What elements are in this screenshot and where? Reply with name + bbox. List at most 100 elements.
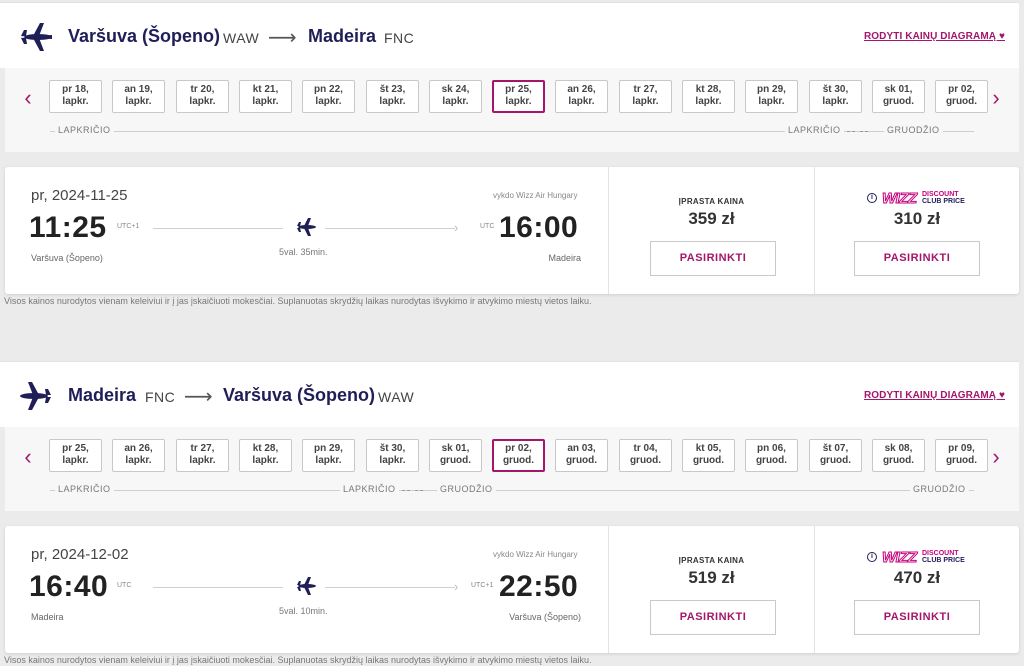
date-option[interactable]: št 07, gruod.: [809, 439, 862, 472]
date-day-label: pn 29,: [314, 443, 343, 454]
regular-price: 519 zł: [688, 568, 735, 587]
date-option[interactable]: tr 20, lapkr.: [176, 80, 229, 113]
outbound-flight-card: pr, 2024-11-25 vykdo Wizz Air Hungary 11…: [5, 167, 1019, 294]
date-option[interactable]: an 19, lapkr.: [112, 80, 165, 113]
club-price-column: i WIZZ DISCOUNT CLUB PRICE 310 zł PASIRIN…: [814, 167, 1019, 294]
date-month-label: gruod.: [882, 455, 915, 466]
date-month-label: lapkr.: [758, 96, 785, 107]
route-arrow: ⟶: [268, 27, 297, 49]
date-month-label: gruod.: [819, 455, 852, 466]
date-month-label: lapkr.: [252, 96, 279, 107]
date-option[interactable]: sk 01, gruod.: [872, 80, 925, 113]
destination-code: WAW: [378, 389, 415, 405]
date-option[interactable]: tr 27, lapkr.: [176, 439, 229, 472]
prev-dates-button[interactable]: ‹: [18, 446, 38, 468]
arrival-time: 16:00: [499, 211, 579, 244]
date-option[interactable]: št 30, lapkr.: [809, 80, 862, 113]
date-day-label: pr 02,: [948, 84, 975, 95]
date-option[interactable]: kt 05, gruod.: [682, 439, 735, 472]
arrival-timezone: UTC+1: [471, 582, 494, 589]
select-club-button[interactable]: PASIRINKTI: [854, 600, 980, 635]
date-month-label: lapkr.: [125, 96, 152, 107]
date-option[interactable]: an 26, lapkr.: [112, 439, 165, 472]
date-day-label: pr 18,: [62, 84, 89, 95]
date-option[interactable]: sk 01, gruod.: [429, 439, 482, 472]
date-option[interactable]: an 26, lapkr.: [555, 80, 608, 113]
date-option[interactable]: št 23, lapkr.: [366, 80, 419, 113]
month-timeline: LAPKRIČIO LAPKRIČIO GRUODŽIO GRUODŽIO: [50, 484, 974, 496]
date-day-label: an 19,: [124, 84, 153, 95]
date-option[interactable]: tr 04, gruod.: [619, 439, 672, 472]
date-option[interactable]: kt 28, lapkr.: [682, 80, 735, 113]
departure-timezone: UTC+1: [117, 223, 140, 230]
date-option[interactable]: pr 02, gruod.: [492, 439, 545, 472]
arrival-city: Varšuva (Šopeno): [509, 612, 581, 622]
date-day-label: sk 01,: [884, 84, 913, 95]
date-month-label: gruod.: [439, 455, 472, 466]
date-option[interactable]: pn 22, lapkr.: [302, 80, 355, 113]
info-icon[interactable]: i: [867, 193, 877, 203]
date-day-label: pn 22,: [314, 84, 343, 95]
flight-path-line: [325, 228, 455, 229]
date-day-label: sk 08,: [884, 443, 913, 454]
flight-path-line: [153, 587, 283, 588]
date-day-label: kt 05,: [695, 443, 722, 454]
date-month-label: lapkr.: [125, 455, 152, 466]
inbound-flight-card: pr, 2024-12-02 vykdo Wizz Air Hungary 16…: [5, 526, 1019, 653]
select-regular-button[interactable]: PASIRINKTI: [650, 241, 776, 276]
date-month-label: lapkr.: [632, 96, 659, 107]
date-option[interactable]: št 30, lapkr.: [366, 439, 419, 472]
select-regular-button[interactable]: PASIRINKTI: [650, 600, 776, 635]
operator-label: vykdo Wizz Air Hungary: [493, 191, 578, 200]
date-month-label: lapkr.: [62, 96, 89, 107]
month-label: LAPKRIČIO: [785, 125, 844, 135]
date-option[interactable]: pr 09, gruod.: [935, 439, 988, 472]
date-option[interactable]: kt 21, lapkr.: [239, 80, 292, 113]
date-month-label: gruod.: [945, 455, 978, 466]
origin-code: WAW: [223, 30, 260, 46]
month-label: LAPKRIČIO: [340, 484, 399, 494]
price-chart-link[interactable]: RODYTI KAINŲ DIAGRAMĄ ♥: [864, 390, 1005, 401]
operator-label: vykdo Wizz Air Hungary: [493, 550, 578, 559]
plane-icon: [297, 218, 316, 236]
next-dates-button[interactable]: ›: [986, 87, 1006, 109]
date-option[interactable]: pn 29, lapkr.: [302, 439, 355, 472]
date-option[interactable]: pr 18, lapkr.: [49, 80, 102, 113]
next-dates-button[interactable]: ›: [986, 446, 1006, 468]
date-option[interactable]: kt 28, lapkr.: [239, 439, 292, 472]
select-club-button[interactable]: PASIRINKTI: [854, 241, 980, 276]
price-disclaimer: Visos kainos nurodytos vienam keleiviui …: [4, 296, 592, 306]
date-month-label: lapkr.: [822, 96, 849, 107]
regular-price: 359 zł: [688, 209, 735, 228]
date-month-label: lapkr.: [505, 96, 532, 107]
discount-club-badge: i WIZZ DISCOUNT CLUB PRICE: [867, 549, 977, 567]
date-day-label: sk 01,: [441, 443, 470, 454]
date-option[interactable]: pn 06, gruod.: [745, 439, 798, 472]
date-option[interactable]: tr 27, lapkr.: [619, 80, 672, 113]
date-month-label: lapkr.: [379, 455, 406, 466]
arrival-time: 22:50: [499, 570, 579, 603]
price-chart-link[interactable]: RODYTI KAINŲ DIAGRAMĄ ♥: [864, 31, 1005, 42]
prev-dates-button[interactable]: ‹: [18, 87, 38, 109]
origin-code: FNC: [145, 389, 176, 405]
date-day-label: tr 04,: [633, 443, 658, 454]
date-option[interactable]: pn 29, lapkr.: [745, 80, 798, 113]
date-month-label: lapkr.: [568, 96, 595, 107]
month-timeline: LAPKRIČIO LAPKRIČIO GRUODŽIO: [50, 125, 974, 137]
month-label: GRUODŽIO: [884, 125, 943, 135]
club-price: 470 zł: [893, 568, 941, 587]
info-icon[interactable]: i: [867, 552, 877, 562]
wizz-logo: WIZZ: [882, 549, 918, 567]
date-option[interactable]: sk 24, lapkr.: [429, 80, 482, 113]
date-option[interactable]: an 03, gruod.: [555, 439, 608, 472]
date-option[interactable]: sk 08, gruod.: [872, 439, 925, 472]
date-day-label: pr 25,: [62, 443, 89, 454]
plane-icon: [20, 23, 52, 51]
origin-city: Madeira: [68, 385, 137, 405]
date-option[interactable]: pr 25, lapkr.: [492, 80, 545, 113]
date-option[interactable]: pr 02, gruod.: [935, 80, 988, 113]
date-day-label: an 26,: [567, 84, 596, 95]
date-option[interactable]: pr 25, lapkr.: [49, 439, 102, 472]
date-day-label: št 30,: [379, 443, 406, 454]
route-arrow: ⟶: [184, 386, 213, 408]
